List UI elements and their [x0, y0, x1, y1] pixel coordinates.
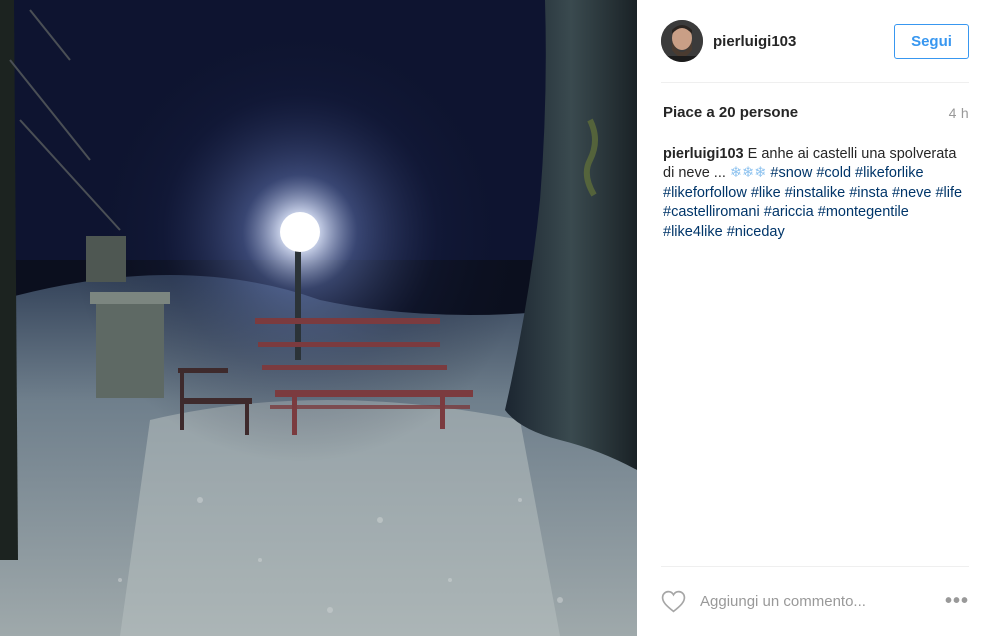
comment-bar: •••: [661, 583, 969, 619]
hashtag-link[interactable]: #ariccia: [764, 204, 814, 220]
hashtag-link[interactable]: #likeforfollow: [663, 185, 747, 201]
post-username[interactable]: pierluigi103: [713, 33, 796, 50]
post-header: pierluigi103 Segui: [661, 19, 969, 63]
more-options-icon[interactable]: •••: [945, 591, 969, 611]
hashtag-link[interactable]: #insta: [849, 185, 888, 201]
hashtag-link[interactable]: #castelliromani: [663, 204, 760, 220]
post-photo[interactable]: [0, 0, 637, 636]
hashtag-link[interactable]: #likeforlike: [855, 165, 924, 181]
hashtag-link[interactable]: #neve: [892, 185, 932, 201]
post-caption: pierluigi103 E anhe ai castelli una spol…: [663, 145, 963, 242]
avatar-image: [661, 20, 703, 62]
comment-input[interactable]: [700, 592, 920, 610]
user-avatar[interactable]: [661, 20, 703, 62]
post-image: [0, 0, 637, 636]
post-timestamp[interactable]: 4 h: [949, 105, 969, 121]
hashtag-link[interactable]: #niceday: [727, 224, 785, 240]
hashtag-link[interactable]: #cold: [816, 165, 851, 181]
hashtag-link[interactable]: #snow: [770, 165, 812, 181]
hashtag-link[interactable]: #instalike: [785, 185, 845, 201]
likes-row: Piace a 20 persone 4 h: [663, 104, 969, 121]
follow-button[interactable]: Segui: [894, 23, 969, 59]
hashtag-link[interactable]: #life: [935, 185, 962, 201]
hashtag-link[interactable]: #like4like: [663, 224, 723, 240]
heart-outline-icon[interactable]: [661, 589, 687, 613]
hashtag-link[interactable]: #like: [751, 185, 781, 201]
caption-username[interactable]: pierluigi103: [663, 146, 744, 162]
post-details-panel: pierluigi103 Segui Piace a 20 persone 4 …: [637, 0, 990, 636]
footer-divider: [661, 566, 969, 567]
header-divider: [661, 82, 969, 83]
hashtag-link[interactable]: #montegentile: [818, 204, 909, 220]
likes-count[interactable]: Piace a 20 persone: [663, 104, 798, 121]
caption-snowflake-emoji: ❄❄❄: [729, 165, 767, 182]
